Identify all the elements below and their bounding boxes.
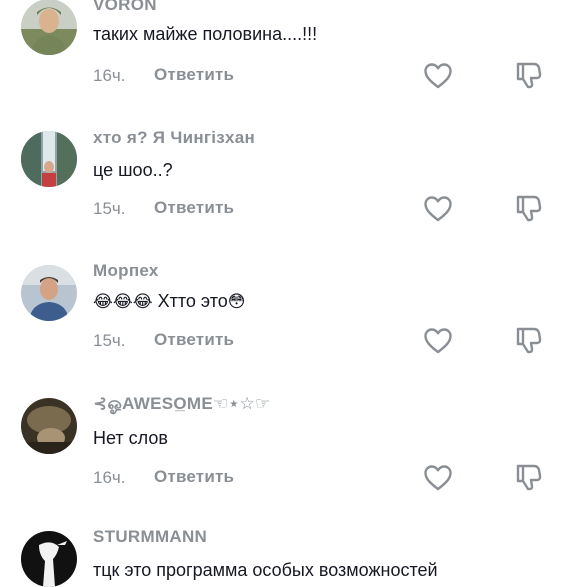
like-button[interactable]: [423, 62, 453, 90]
thumbs-down-outline-icon: [516, 195, 542, 222]
comment-text: таких майже половина....!!!: [93, 24, 318, 44]
comment-text: Нет слов: [93, 428, 168, 448]
comment-username[interactable]: ⊰ஓAWESO̲ME☜⋆☆☞: [93, 394, 271, 416]
thumbs-down-outline-icon: [516, 62, 542, 89]
avatar[interactable]: [21, 265, 77, 321]
heart-outline-icon: [424, 196, 452, 222]
dislike-button[interactable]: [514, 462, 544, 492]
reply-button[interactable]: Ответить: [154, 198, 234, 218]
reply-button[interactable]: Ответить: [154, 65, 234, 85]
dislike-button[interactable]: [514, 193, 544, 223]
comment-text: тцк это программа особых возможностей: [93, 560, 438, 580]
dislike-button[interactable]: [514, 325, 544, 355]
flushed-emoji: 😳: [227, 292, 246, 311]
reply-button[interactable]: Ответить: [154, 467, 234, 487]
comment-time: 16ч.: [93, 468, 126, 487]
comment-username[interactable]: Морпех: [93, 261, 159, 281]
avatar[interactable]: [21, 398, 77, 454]
comment-time: 16ч.: [93, 66, 126, 85]
like-button[interactable]: [423, 464, 453, 492]
comment-username[interactable]: STURMMANN: [93, 527, 207, 547]
avatar[interactable]: [21, 131, 77, 187]
heart-outline-icon: [424, 328, 452, 354]
heart-outline-icon: [424, 465, 452, 491]
thumbs-down-outline-icon: [516, 464, 542, 491]
comment-time: 15ч.: [93, 331, 126, 350]
like-button[interactable]: [423, 195, 453, 223]
avatar[interactable]: [21, 531, 77, 587]
dislike-button[interactable]: [514, 60, 544, 90]
comment-text-body: Хтто это: [152, 291, 228, 311]
comment-text: 😂😂😂 Хтто это😳: [93, 291, 245, 312]
heart-outline-icon: [424, 63, 452, 89]
comment-time: 15ч.: [93, 199, 126, 218]
reply-button[interactable]: Ответить: [154, 330, 234, 350]
thumbs-down-outline-icon: [516, 327, 542, 354]
comment-username[interactable]: VORON: [93, 0, 157, 15]
comment-username[interactable]: хто я? Я Чингізхан: [93, 128, 255, 148]
avatar[interactable]: [21, 0, 77, 55]
laughing-emoji: 😂😂😂: [93, 292, 153, 311]
like-button[interactable]: [423, 327, 453, 355]
comment-text: це шоо..?: [93, 160, 173, 180]
